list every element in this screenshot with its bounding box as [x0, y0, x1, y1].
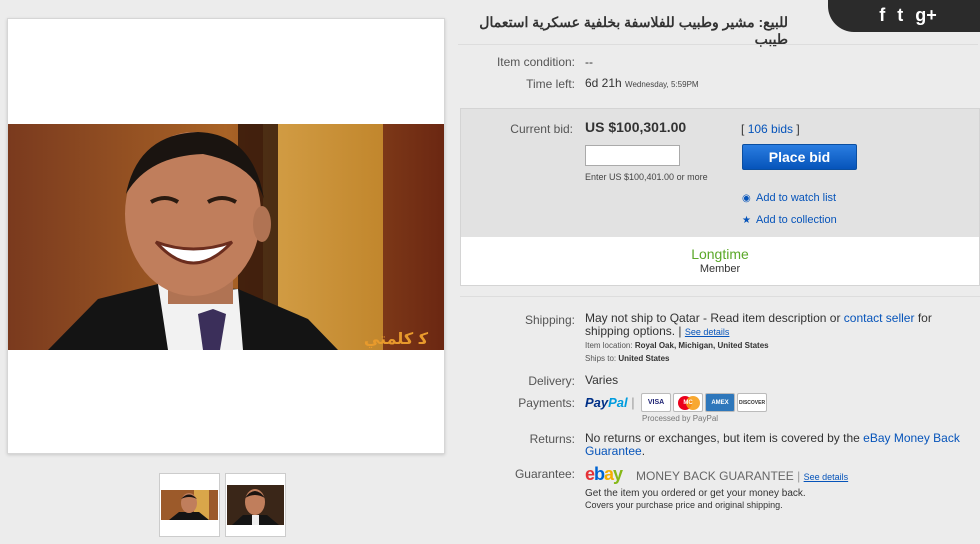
bid-amount-input[interactable]	[585, 145, 680, 166]
guarantee-line-1: Get the item you ordered or get your mon…	[585, 488, 806, 499]
ebay-logo-e: e	[585, 464, 595, 484]
payment-cards: VISA MC AMEX DISCOVER	[641, 393, 767, 412]
thumbnail-1-image	[161, 490, 218, 520]
divider	[458, 44, 978, 45]
contact-seller-link[interactable]: contact seller	[844, 311, 915, 325]
ebay-logo-y: y	[613, 464, 623, 484]
facebook-icon[interactable]: f	[879, 5, 885, 26]
current-bid-price: US $100,301.00	[585, 119, 687, 135]
discover-card-icon: DISCOVER	[737, 393, 767, 412]
collection-label: Add to collection	[756, 214, 837, 226]
payments-label: Payments:	[518, 396, 575, 410]
longtime-badge: Longtime	[691, 246, 749, 262]
item-location-label: Item location:	[585, 341, 633, 350]
returns-text-b: .	[641, 444, 646, 458]
divider	[460, 296, 980, 297]
time-left: 6d 21h Wednesday, 5:59PM	[585, 76, 699, 90]
bid-count: [ 106 bids ]	[741, 122, 800, 136]
time-left-value: 6d 21h	[585, 76, 622, 90]
paypal-logo-a: Pay	[585, 395, 609, 410]
watch-list-label: Add to watch list	[756, 192, 837, 204]
listing-photo-illustration: ﮐ كلمتي	[8, 124, 444, 350]
guarantee-label: Guarantee:	[514, 467, 575, 481]
thumbnail-2[interactable]	[225, 473, 286, 537]
ebay-logo-a: a	[604, 464, 614, 484]
shipping-label: Shipping:	[524, 313, 575, 327]
ships-to: Ships to: United States	[585, 354, 670, 363]
thumbnail-1[interactable]	[159, 473, 220, 537]
bid-count-close: ]	[796, 122, 800, 136]
money-back-guarantee: MONEY BACK GUARANTEE | See details	[636, 469, 848, 483]
time-left-label: Time left:	[526, 77, 575, 91]
item-location: Item location: Royal Oak, Michigan, Unit…	[585, 341, 769, 350]
thumbnail-strip	[159, 473, 286, 537]
bid-hint: Enter US $100,401.00 or more	[585, 172, 708, 182]
delivery-label: Delivery:	[528, 374, 575, 388]
shipping-text: May not ship to Qatar - Read item descri…	[585, 312, 970, 339]
mastercard-label: MC	[683, 399, 693, 406]
main-image-frame[interactable]: ﮐ كلمتي	[7, 18, 445, 454]
guarantee-see-details-link[interactable]: See details	[804, 472, 849, 482]
shipping-text-c: options. |	[633, 324, 682, 338]
ebay-logo-b: b	[594, 464, 605, 484]
visa-card-icon: VISA	[641, 393, 671, 412]
paypal-logo-b: Pal	[608, 395, 628, 410]
add-to-watch-list-link[interactable]: ◉ Add to watch list	[742, 192, 836, 204]
twitter-icon[interactable]: t	[897, 5, 903, 26]
listing-title: للبيع: مشير وطبيب للفلاسفة بخلفية عسكرية…	[479, 14, 788, 47]
returns-text: No returns or exchanges, but item is cov…	[585, 432, 965, 458]
time-left-detail: Wednesday, 5:59PM	[625, 80, 699, 89]
paypal-logo: PayPal |	[585, 395, 635, 410]
shipping-text-a: May not ship to Qatar - Read item descri…	[585, 311, 844, 325]
add-to-collection-link[interactable]: ★ Add to collection	[742, 214, 837, 226]
money-back-guarantee-label: MONEY BACK GUARANTEE	[636, 469, 794, 483]
current-bid-label: Current bid:	[510, 122, 573, 136]
bid-panel: Current bid: US $100,301.00 Enter US $10…	[460, 108, 980, 286]
condition-value: --	[585, 55, 593, 69]
delivery-value: Varies	[585, 373, 619, 387]
returns-label: Returns:	[529, 432, 575, 446]
guarantee-line-2: Covers your purchase price and original …	[585, 500, 783, 510]
bid-count-open: [	[741, 122, 745, 136]
condition-label: Item condition:	[496, 55, 575, 69]
thumbnail-2-image	[227, 485, 284, 525]
money-back-link-b[interactable]: Guarantee	[585, 444, 642, 458]
main-photo[interactable]: ﮐ كلمتي	[8, 124, 444, 350]
photo-watermark: ﮐ كلمتي	[364, 329, 429, 349]
returns-text-a: No returns or exchanges, but item is cov…	[585, 431, 864, 445]
eye-icon: ◉	[742, 193, 751, 204]
shipping-see-details-link[interactable]: See details	[685, 327, 730, 337]
item-location-value: Royal Oak, Michigan, United States	[634, 341, 769, 350]
mastercard-icon: MC	[673, 393, 703, 412]
processed-by-paypal: Processed by PayPal	[642, 414, 719, 423]
guarantee-separator: |	[797, 469, 801, 483]
amex-card-icon: AMEX	[705, 393, 735, 412]
ships-to-label: Ships to:	[585, 354, 617, 363]
bid-count-link[interactable]: 106 bids	[748, 122, 793, 136]
ships-to-value: United States	[618, 354, 670, 363]
social-share-bar: f t g+	[828, 0, 980, 32]
member-label: Member	[699, 263, 741, 275]
place-bid-button[interactable]: Place bid	[742, 144, 857, 170]
ebay-logo: ebay	[585, 464, 623, 485]
star-icon: ★	[742, 215, 751, 226]
payments-separator: |	[631, 395, 635, 410]
money-back-link-a[interactable]: eBay Money Back	[863, 431, 960, 445]
google-plus-icon[interactable]: g+	[915, 5, 937, 26]
